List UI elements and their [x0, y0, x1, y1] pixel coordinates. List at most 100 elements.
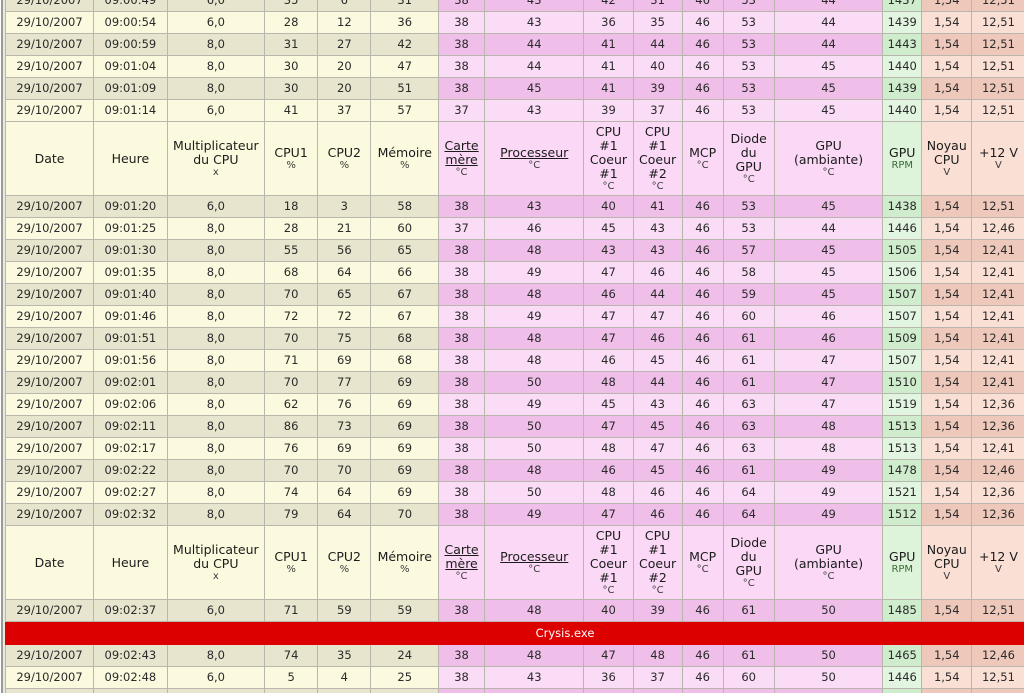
column-header-cpu2[interactable]: CPU2%	[317, 121, 372, 196]
cell-c2: 44	[632, 283, 683, 306]
column-header-unit: °C	[696, 159, 709, 171]
cell-gpuamb: 47	[773, 349, 884, 372]
cell-date: 29/10/2007	[5, 195, 95, 218]
cell-cm: 38	[438, 459, 486, 482]
table-row[interactable]: 29/10/2007 09:01:30 8,0 55 56 65 38 48 43 43 46 57 4…	[5, 239, 1024, 262]
cell-mem: 69	[370, 437, 440, 460]
cell-gpuamb: 45	[773, 55, 884, 78]
table-row[interactable]: 29/10/2007 09:02:43 8,0 74 35 24 38 48 47 48 46 61 5…	[5, 644, 1024, 667]
table-header-row: Date Heure Multiplicateur du CPU x CPU1% CPU2%…	[5, 121, 1024, 196]
cell-date: 29/10/2007	[5, 55, 95, 78]
table-row[interactable]: 29/10/2007 09:02:06 8,0 62 76 69 38 49 45 43 46 63 4…	[5, 393, 1024, 416]
column-header-c2[interactable]: CPU #1 Coeur #2 °C	[632, 121, 683, 196]
cell-cm: 38	[438, 77, 486, 100]
table-row[interactable]: 29/10/2007 09:01:46 8,0 72 72 67 38 49 47 47 46 60 4…	[5, 305, 1024, 328]
table-row[interactable]: 29/10/2007 09:01:35 8,0 68 64 66 38 49 47 46 46 58 4…	[5, 261, 1024, 284]
column-header-rpm[interactable]: GPU RPM	[882, 121, 923, 196]
cell-heure: 09:02:06	[93, 393, 168, 416]
table-row[interactable]: 29/10/2007 09:01:20 6,0 18 3 58 38 43 40 41 46 53 45…	[5, 195, 1024, 218]
column-header-date[interactable]: Date	[5, 121, 95, 196]
cell-c1: 46	[583, 283, 634, 306]
table-row[interactable]: 29/10/2007 09:02:17 8,0 76 69 69 38 50 48 47 46 63 4…	[5, 437, 1024, 460]
column-header-proc[interactable]: Processeur °C	[484, 121, 585, 196]
column-header-label: CPU #1 Coeur #1	[589, 123, 628, 181]
column-header-v12[interactable]: +12 VV	[971, 525, 1024, 600]
cell-cpu2: 64	[317, 503, 372, 526]
table-row[interactable]: 29/10/2007 09:02:11 8,0 86 73 69 38 50 47 45 46 63 4…	[5, 415, 1024, 438]
cell-cpu2: 75	[317, 327, 372, 350]
column-header-v12[interactable]: +12 VV	[971, 121, 1024, 196]
column-header-c1[interactable]: CPU #1 Coeur #1 °C	[583, 121, 634, 196]
column-header-date[interactable]: Date	[5, 525, 95, 600]
column-header-gpuamb[interactable]: GPU (ambiante) °C	[773, 121, 884, 196]
column-header-diode[interactable]: Diode du GPU °C	[722, 525, 775, 600]
table-row[interactable]: 29/10/2007 09:02:22 8,0 70 70 69 38 48 46 45 46 61 4…	[5, 459, 1024, 482]
column-header-label: MCP	[689, 548, 717, 564]
cell-c2: 43	[632, 217, 683, 240]
column-header-c1[interactable]: CPU #1 Coeur #1 °C	[583, 525, 634, 600]
cell-mult: 8,0	[166, 503, 265, 526]
column-header-c2[interactable]: CPU #1 Coeur #2 °C	[632, 525, 683, 600]
table-row[interactable]: 29/10/200709:02:536,00025374336364659501…	[5, 688, 1024, 693]
table-row[interactable]: 29/10/2007 09:01:56 8,0 71 69 68 38 48 46 45 46 61 4…	[5, 349, 1024, 372]
column-header-proc[interactable]: Processeur °C	[484, 525, 585, 600]
table-row[interactable]: 29/10/2007 09:00:59 8,0 31 27 42 38 44 41 44 46 53 4…	[5, 33, 1024, 56]
table-row[interactable]: 29/10/2007 09:01:04 8,0 30 20 47 38 44 41 40 46 53 4…	[5, 55, 1024, 78]
cell-diode: 58	[722, 261, 775, 284]
window-left-frame	[0, 0, 5, 693]
table-row[interactable]: 29/10/2007 09:01:51 8,0 70 75 68 38 48 47 46 46 61 4…	[5, 327, 1024, 350]
table-row[interactable]: 29/10/2007 09:01:09 8,0 30 20 51 38 45 41 39 46 53 4…	[5, 77, 1024, 100]
cell-c2: 44	[632, 371, 683, 394]
column-header-heure[interactable]: Heure	[93, 525, 168, 600]
cell-cpu2: 37	[317, 99, 372, 122]
cell-mult: 8,0	[166, 437, 265, 460]
column-header-mem[interactable]: Mémoire%	[370, 525, 440, 600]
table-row[interactable]: 29/10/2007 09:02:48 6,0 5 4 25 38 43 36 37 46 60 50 1…	[5, 666, 1024, 689]
cell-cpu1: 35	[263, 0, 319, 12]
cell-mult: 8,0	[166, 33, 265, 56]
table-row[interactable]: 29/10/2007 09:00:54 6,0 28 12 36 38 43 36 35 46 53 4…	[5, 11, 1024, 34]
cell-cm: 38	[438, 371, 486, 394]
cell-mcp: 46	[681, 437, 724, 460]
table-row[interactable]: 29/10/2007 09:01:25 8,0 28 21 60 37 46 45 43 46 53 4…	[5, 217, 1024, 240]
cell-mult: 8,0	[166, 55, 265, 78]
cell-mcp: 46	[681, 393, 724, 416]
column-header-unit: %	[339, 563, 350, 575]
column-header-noyau[interactable]: Noyau CPU V	[921, 525, 973, 600]
cell-gpuamb: 50	[773, 666, 884, 689]
column-header-cpu1[interactable]: CPU1%	[263, 525, 319, 600]
column-header-cpu2[interactable]: CPU2%	[317, 525, 372, 600]
column-header-mult[interactable]: Multiplicateur du CPU x	[166, 525, 265, 600]
column-header-cm[interactable]: Carte mère °C	[438, 121, 486, 196]
table-row[interactable]: 29/10/2007 09:02:27 8,0 74 64 69 38 50 48 46 46 64 4…	[5, 481, 1024, 504]
column-header-noyau[interactable]: Noyau CPU V	[921, 121, 973, 196]
column-header-cpu1[interactable]: CPU1%	[263, 121, 319, 196]
column-header-mcp[interactable]: MCP °C	[681, 525, 724, 600]
column-header-rpm[interactable]: GPU RPM	[882, 525, 923, 600]
table-scroll-area[interactable]: 29/10/2007 09:00:49 6,0 35 6 31 38 43 42 31 46 53 44…	[5, 0, 1024, 693]
table-row[interactable]: 29/10/2007 09:02:01 8,0 70 77 69 38 50 48 44 46 61 4…	[5, 371, 1024, 394]
table-row[interactable]: 29/10/2007 09:02:37 6,0 71 59 59 38 48 40 39 46 61 5…	[5, 599, 1024, 622]
cell-cm: 38	[438, 195, 486, 218]
table-row[interactable]: 29/10/2007 09:01:40 8,0 70 65 67 38 48 46 44 46 59 4…	[5, 283, 1024, 306]
table-row[interactable]: 29/10/2007 09:02:32 8,0 79 64 70 38 49 47 46 46 64 4…	[5, 503, 1024, 526]
event-marker-row[interactable]: Crysis.exe	[5, 621, 1024, 645]
column-header-mcp[interactable]: MCP °C	[681, 121, 724, 196]
cell-c1: 40	[583, 195, 634, 218]
table-row[interactable]: 29/10/2007 09:01:14 6,0 41 37 57 37 43 39 37 46 53 4…	[5, 99, 1024, 122]
column-header-label: CPU #1 Coeur #2	[639, 123, 677, 181]
cell-cm: 38	[438, 666, 486, 689]
event-marker-label: Crysis.exe	[5, 621, 1024, 645]
column-header-mem[interactable]: Mémoire%	[370, 121, 440, 196]
column-header-gpuamb[interactable]: GPU (ambiante) °C	[773, 525, 884, 600]
cell-cm: 38	[438, 415, 486, 438]
table-row[interactable]: 29/10/2007 09:00:49 6,0 35 6 31 38 43 42 31 46 53 44…	[5, 0, 1024, 12]
cell-date: 29/10/2007	[5, 349, 95, 372]
column-header-diode[interactable]: Diode du GPU °C	[722, 121, 775, 196]
column-header-cm[interactable]: Carte mère °C	[438, 525, 486, 600]
cell-v12: 12,51	[971, 0, 1024, 12]
cell-c1: 47	[583, 261, 634, 284]
cell-noyau: 1,54	[921, 55, 973, 78]
column-header-heure[interactable]: Heure	[93, 121, 168, 196]
column-header-mult[interactable]: Multiplicateur du CPU x	[166, 121, 265, 196]
